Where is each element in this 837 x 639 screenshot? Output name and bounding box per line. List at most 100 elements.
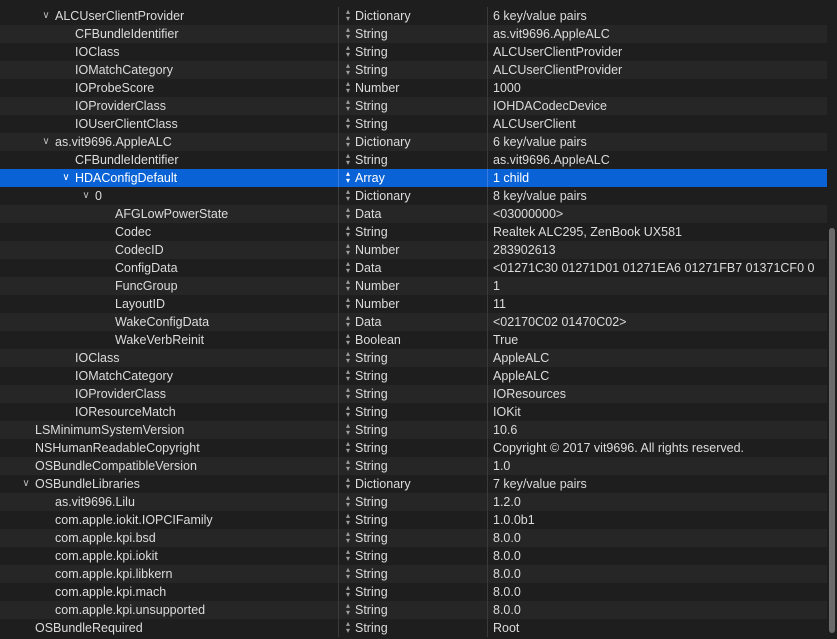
row-key[interactable]: IOProbeScore bbox=[75, 79, 330, 97]
up-down-arrows-icon[interactable]: ▴ ▾ bbox=[343, 115, 353, 133]
row-value[interactable]: 8.0.0 bbox=[493, 583, 827, 601]
plist-row[interactable]: WakeConfigData ▴ ▾ Data <02170C02 01470C02> bbox=[0, 313, 837, 331]
up-down-arrows-icon[interactable]: ▴ ▾ bbox=[343, 421, 353, 439]
up-down-arrows-icon[interactable]: ▴ ▾ bbox=[343, 493, 353, 511]
row-value[interactable]: ALCUserClientProvider bbox=[493, 43, 827, 61]
plist-row[interactable]: com.apple.kpi.libkern ▴ ▾ String 8.0.0 bbox=[0, 565, 837, 583]
row-type[interactable]: Number bbox=[355, 79, 483, 97]
disclosure-chevron-icon[interactable]: ∨ bbox=[79, 187, 93, 205]
plist-row[interactable]: IOMatchCategory ▴ ▾ String ALCUserClientProv… bbox=[0, 61, 837, 79]
row-value[interactable]: IOKit bbox=[493, 403, 827, 421]
row-value[interactable]: 1 bbox=[493, 277, 827, 295]
row-value[interactable]: 1.0 bbox=[493, 457, 827, 475]
plist-row[interactable]: CFBundleIdentifier ▴ ▾ String as.vit9696.App… bbox=[0, 25, 837, 43]
up-down-arrows-icon[interactable]: ▴ ▾ bbox=[343, 565, 353, 583]
row-key[interactable]: IOMatchCategory bbox=[75, 367, 330, 385]
row-type[interactable]: String bbox=[355, 601, 483, 619]
row-type[interactable]: String bbox=[355, 367, 483, 385]
row-key[interactable]: WakeConfigData bbox=[115, 313, 330, 331]
plist-row[interactable]: CodecID ▴ ▾ Number 283902613 bbox=[0, 241, 837, 259]
up-down-arrows-icon[interactable]: ▴ ▾ bbox=[343, 7, 353, 25]
up-down-arrows-icon[interactable]: ▴ ▾ bbox=[343, 475, 353, 493]
row-type[interactable]: String bbox=[355, 115, 483, 133]
row-type[interactable]: Number bbox=[355, 277, 483, 295]
row-type[interactable]: String bbox=[355, 151, 483, 169]
plist-row[interactable]: AFGLowPowerState ▴ ▾ Data <03000000> bbox=[0, 205, 837, 223]
plist-row[interactable]: ∨ as.vit9696.AppleALC ▴ ▾ Dictionary 6 key/va… bbox=[0, 133, 837, 151]
up-down-arrows-icon[interactable]: ▴ ▾ bbox=[343, 223, 353, 241]
up-down-arrows-icon[interactable]: ▴ ▾ bbox=[343, 295, 353, 313]
up-down-arrows-icon[interactable]: ▴ ▾ bbox=[343, 133, 353, 151]
row-key[interactable]: IOClass bbox=[75, 349, 330, 367]
row-key[interactable]: com.apple.kpi.libkern bbox=[55, 565, 330, 583]
up-down-arrows-icon[interactable]: ▴ ▾ bbox=[343, 583, 353, 601]
up-down-arrows-icon[interactable]: ▴ ▾ bbox=[343, 439, 353, 457]
disclosure-chevron-icon[interactable]: ∨ bbox=[59, 169, 73, 187]
row-key[interactable]: IOMatchCategory bbox=[75, 61, 330, 79]
row-type[interactable]: String bbox=[355, 421, 483, 439]
row-value[interactable]: 10.6 bbox=[493, 421, 827, 439]
row-value[interactable]: Root bbox=[493, 619, 827, 637]
row-type[interactable]: Data bbox=[355, 205, 483, 223]
plist-row[interactable]: ∨ ALCUserClientProvider ▴ ▾ Dictionary 6 key/… bbox=[0, 7, 837, 25]
up-down-arrows-icon[interactable]: ▴ ▾ bbox=[343, 313, 353, 331]
plist-row[interactable]: OSBundleCompatibleVersion ▴ ▾ String 1.0 bbox=[0, 457, 837, 475]
row-value[interactable]: Realtek ALC295, ZenBook UX581 bbox=[493, 223, 827, 241]
row-type[interactable]: String bbox=[355, 583, 483, 601]
plist-row[interactable]: ∨ 0 ▴ ▾ Dictionary 8 key/value pairs bbox=[0, 187, 837, 205]
row-key[interactable]: com.apple.kpi.iokit bbox=[55, 547, 330, 565]
plist-row[interactable]: IOProviderClass ▴ ▾ String IOHDACodecDevice bbox=[0, 97, 837, 115]
row-type[interactable]: Array bbox=[355, 169, 483, 187]
row-key[interactable]: HDAConfigDefault bbox=[75, 169, 330, 187]
up-down-arrows-icon[interactable]: ▴ ▾ bbox=[343, 25, 353, 43]
up-down-arrows-icon[interactable]: ▴ ▾ bbox=[343, 259, 353, 277]
row-type[interactable]: String bbox=[355, 385, 483, 403]
row-value[interactable]: AppleALC bbox=[493, 349, 827, 367]
row-value[interactable]: ALCUserClientProvider bbox=[493, 61, 827, 79]
up-down-arrows-icon[interactable]: ▴ ▾ bbox=[343, 367, 353, 385]
plist-row[interactable]: IOClass ▴ ▾ String ALCUserClientProvider bbox=[0, 43, 837, 61]
row-key[interactable]: ConfigData bbox=[115, 259, 330, 277]
row-type[interactable]: Boolean bbox=[355, 331, 483, 349]
row-key[interactable]: com.apple.kpi.bsd bbox=[55, 529, 330, 547]
plist-row[interactable]: WakeVerbReinit ▴ ▾ Boolean True bbox=[0, 331, 837, 349]
row-type[interactable]: String bbox=[355, 25, 483, 43]
row-key[interactable]: NSHumanReadableCopyright bbox=[35, 439, 330, 457]
plist-row[interactable]: com.apple.kpi.mach ▴ ▾ String 8.0.0 bbox=[0, 583, 837, 601]
row-type[interactable]: Dictionary bbox=[355, 187, 483, 205]
plist-row[interactable]: ∨ HDAConfigDefault ▴ ▾ Array 1 child bbox=[0, 169, 837, 187]
up-down-arrows-icon[interactable]: ▴ ▾ bbox=[343, 349, 353, 367]
row-value[interactable]: True bbox=[493, 331, 827, 349]
row-key[interactable]: com.apple.kpi.unsupported bbox=[55, 601, 330, 619]
up-down-arrows-icon[interactable]: ▴ ▾ bbox=[343, 277, 353, 295]
row-type[interactable]: Dictionary bbox=[355, 133, 483, 151]
plist-row[interactable]: ConfigData ▴ ▾ Data <01271C30 01271D01 01271… bbox=[0, 259, 837, 277]
plist-row[interactable]: com.apple.kpi.iokit ▴ ▾ String 8.0.0 bbox=[0, 547, 837, 565]
up-down-arrows-icon[interactable]: ▴ ▾ bbox=[343, 79, 353, 97]
row-type[interactable]: String bbox=[355, 61, 483, 79]
row-value[interactable]: 1000 bbox=[493, 79, 827, 97]
row-key[interactable]: IOUserClientClass bbox=[75, 115, 330, 133]
plist-row[interactable]: IOMatchCategory ▴ ▾ String AppleALC bbox=[0, 367, 837, 385]
row-key[interactable]: OSBundleCompatibleVersion bbox=[35, 457, 330, 475]
plist-row[interactable]: IOProbeScore ▴ ▾ Number 1000 bbox=[0, 79, 837, 97]
row-key[interactable]: OSBundleRequired bbox=[35, 619, 330, 637]
row-value[interactable]: 1.0.0b1 bbox=[493, 511, 827, 529]
plist-row[interactable]: com.apple.iokit.IOPCIFamily ▴ ▾ String 1.0.0… bbox=[0, 511, 837, 529]
row-type[interactable]: String bbox=[355, 493, 483, 511]
plist-row[interactable]: IOResourceMatch ▴ ▾ String IOKit bbox=[0, 403, 837, 421]
row-value[interactable]: ALCUserClient bbox=[493, 115, 827, 133]
row-type[interactable]: Dictionary bbox=[355, 475, 483, 493]
row-type[interactable]: String bbox=[355, 349, 483, 367]
disclosure-chevron-icon[interactable]: ∨ bbox=[39, 133, 53, 151]
row-key[interactable]: WakeVerbReinit bbox=[115, 331, 330, 349]
plist-row[interactable]: ∨ OSBundleLibraries ▴ ▾ Dictionary 7 key/valu… bbox=[0, 475, 837, 493]
plist-row[interactable]: com.apple.kpi.bsd ▴ ▾ String 8.0.0 bbox=[0, 529, 837, 547]
row-value[interactable]: IOHDACodecDevice bbox=[493, 97, 827, 115]
up-down-arrows-icon[interactable]: ▴ ▾ bbox=[343, 43, 353, 61]
up-down-arrows-icon[interactable]: ▴ ▾ bbox=[343, 403, 353, 421]
row-type[interactable]: String bbox=[355, 403, 483, 421]
row-key[interactable]: ALCUserClientProvider bbox=[55, 7, 330, 25]
row-type[interactable]: Number bbox=[355, 295, 483, 313]
row-type[interactable]: String bbox=[355, 439, 483, 457]
